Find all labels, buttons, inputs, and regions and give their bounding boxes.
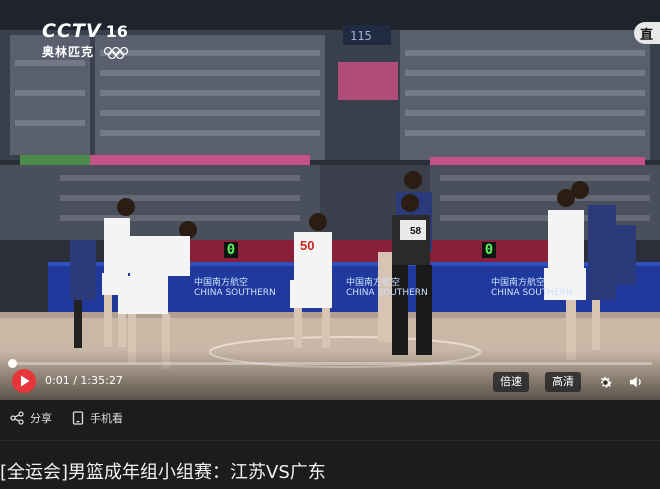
share-label: 分享 [30,412,52,425]
channel-logo-text: CCTV [42,20,102,42]
channel-logo: CCTV 16 奥林匹克 [42,20,129,60]
speed-button[interactable]: 倍速 [493,372,529,392]
current-time: 0:01 [45,374,70,387]
mobile-icon [72,411,84,425]
play-button[interactable] [12,369,36,393]
video-frame[interactable]: 115 CCTV 16 奥林匹克 直 0 0 中国南方航空 CHINA SOUT… [0,0,660,400]
time-separator: / [73,374,77,387]
score-right: 0 [482,242,496,258]
mobile-watch-action[interactable]: 手机看 [72,410,123,426]
channel-number: 16 [105,22,128,41]
volume-icon[interactable] [627,373,645,391]
ad-board-1: 中国南方航空 CHINA SOUTHERN [194,278,276,298]
settings-gear-icon[interactable] [596,373,614,391]
share-action[interactable]: 分享 [10,410,52,426]
led-scoreboard: 0 0 [220,240,500,260]
share-icon [10,411,24,425]
referee-number: 58 [410,226,422,237]
olympic-rings-icon [104,46,129,59]
channel-subtitle: 奥林匹克 [42,45,95,59]
mobile-label: 手机看 [90,412,123,425]
time-display: 0:01 / 1:35:27 [45,374,123,387]
score-left: 0 [224,242,238,258]
duration: 1:35:27 [80,374,123,387]
player-jersey-number: 50 [300,238,315,253]
ad-board-2: 中国南方航空 CHINA SOUTHERN [346,278,428,298]
progress-bar[interactable] [8,359,652,368]
divider [0,440,660,441]
info-bar: 分享 手机看 [全运会]男篮成年组小组赛：江苏VS广东 [0,400,660,489]
quality-button[interactable]: 高清 [545,372,581,392]
live-tag[interactable]: 直 [634,22,660,44]
progress-handle[interactable] [8,359,17,368]
play-icon [21,375,30,387]
basketball-court-scene: 115 [0,0,660,400]
video-title: [全运会]男篮成年组小组赛：江苏VS广东 [0,462,326,483]
jumbotron-number: 115 [350,29,372,43]
ad-board-3: 中国南方航空 CHINA SOUTHERN [491,278,573,298]
video-player-page: 115 CCTV 16 奥林匹克 直 0 0 中国南方航空 CHINA SOUT… [0,0,660,489]
